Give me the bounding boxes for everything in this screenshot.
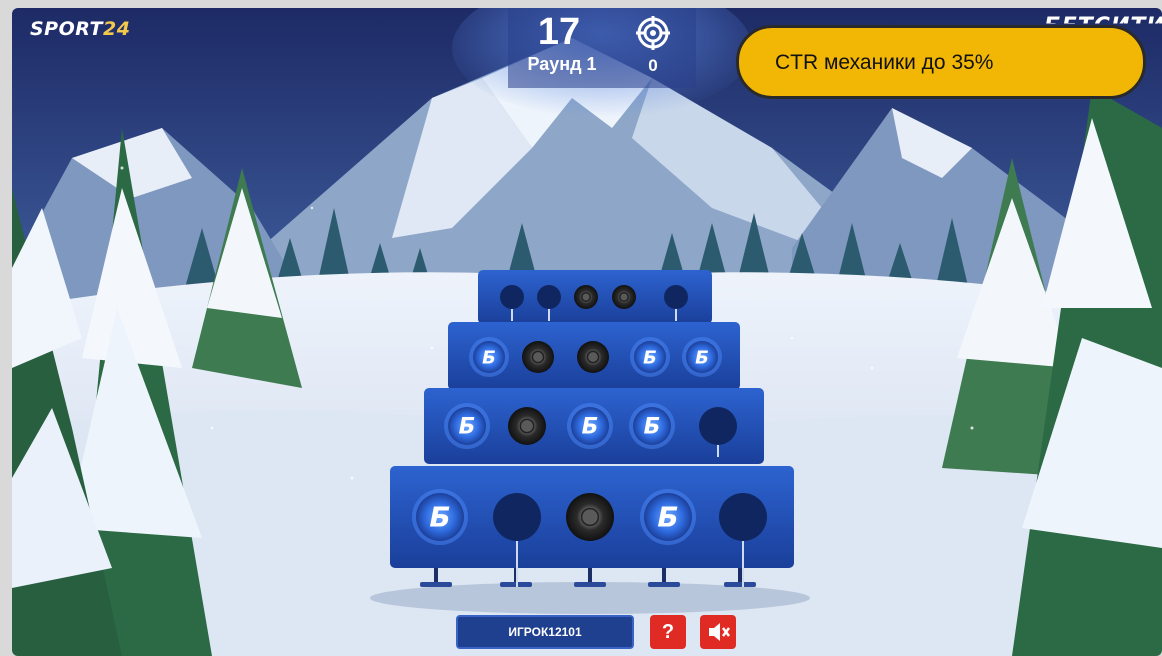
player-name-field[interactable]: ИГРОК12101 [456,615,634,649]
target-hit[interactable]: Б [567,403,613,449]
ctr-banner: CTR механики до 35% [736,25,1146,99]
target-target[interactable] [574,285,598,309]
target-hit[interactable]: Б [630,337,670,377]
target-target[interactable] [522,341,554,373]
sound-toggle-button[interactable] [700,615,736,649]
target-hit[interactable]: Б [640,489,696,545]
target-hit[interactable]: Б [469,337,509,377]
target-target[interactable] [566,493,614,541]
hit-mark-glyph: Б [429,501,450,534]
hit-mark-glyph: Б [459,415,476,440]
target-target[interactable] [577,341,609,373]
target-hit[interactable]: Б [444,403,490,449]
hit-mark-glyph: Б [482,347,496,368]
timer-counter: 17 [537,11,581,53]
hit-mark-glyph: Б [657,501,678,534]
target-hit[interactable]: Б [629,403,675,449]
target-target[interactable] [612,285,636,309]
hit-mark-glyph: Б [643,347,657,368]
hit-mark-glyph: Б [695,347,709,368]
hit-mark-glyph: Б [644,415,661,440]
target-hit[interactable]: Б [412,489,468,545]
game-frame: ББББББББ SPORT24 БЕТСИТИ 17 Раунд 1 0 CT… [12,8,1162,656]
target-hit[interactable]: Б [682,337,722,377]
crosshair-target-icon [636,16,670,50]
hits-counter: 0 [648,56,658,75]
target-target[interactable] [508,407,546,445]
winter-scene: Б Б Б Б Б Б Б Б [12,8,1162,656]
help-button[interactable]: ? [650,615,686,649]
sport24-logo: SPORT24 [30,18,131,40]
round-label: Раунд 1 [527,54,597,74]
hit-mark-glyph: Б [582,415,599,440]
speaker-muted-icon [709,623,730,641]
